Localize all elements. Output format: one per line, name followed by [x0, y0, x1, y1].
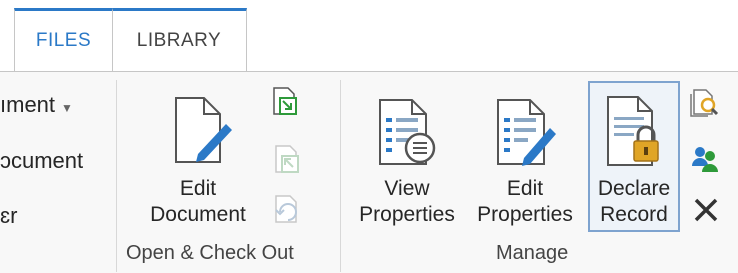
edit-properties-label-line2: Properties — [477, 203, 573, 226]
view-properties-icon — [379, 99, 436, 165]
group-divider — [340, 80, 341, 272]
left-menu-item-document-dropdown[interactable]: ıment ▼ — [0, 92, 73, 118]
version-history-icon[interactable] — [690, 86, 720, 118]
check-out-icon[interactable] — [272, 86, 298, 116]
edit-document-label-line2: Document — [150, 203, 246, 226]
group-label-manage: Manage — [496, 242, 569, 264]
declare-record-label-line1: Declare — [597, 177, 671, 200]
left-menu-item-folder[interactable]: ɛr — [0, 203, 17, 229]
delete-icon[interactable] — [692, 196, 720, 224]
group-label-open-check-out: Open & Check Out — [126, 242, 294, 264]
view-properties-label-line1: View — [384, 177, 430, 200]
edit-document-label-line1: Edit — [179, 177, 217, 200]
declare-record-button[interactable]: Declare Record — [588, 81, 680, 232]
edit-properties-icon — [497, 99, 556, 166]
declare-record-label-line2: Record — [600, 203, 668, 226]
discard-check-out-icon — [275, 195, 297, 223]
shared-with-icon[interactable] — [690, 144, 720, 174]
ribbon-tab-bar: FILES LIBRARY — [0, 0, 738, 72]
left-menu-item-label: ɛr — [0, 203, 18, 228]
declare-record-icon — [607, 96, 659, 166]
left-menu-item-document[interactable]: ɔcument — [0, 148, 83, 174]
view-properties-label-line2: Properties — [359, 203, 455, 226]
group-divider — [116, 80, 117, 272]
check-in-icon — [275, 145, 299, 173]
tab-library[interactable]: LIBRARY — [112, 8, 247, 71]
left-menu-item-label: ıment — [0, 92, 56, 117]
edit-document-icon — [175, 97, 232, 163]
edit-properties-label-line1: Edit — [506, 177, 544, 200]
left-menu-item-label: ɔcument — [0, 148, 84, 173]
chevron-down-icon: ▼ — [61, 101, 73, 115]
tab-files[interactable]: FILES — [14, 8, 113, 71]
